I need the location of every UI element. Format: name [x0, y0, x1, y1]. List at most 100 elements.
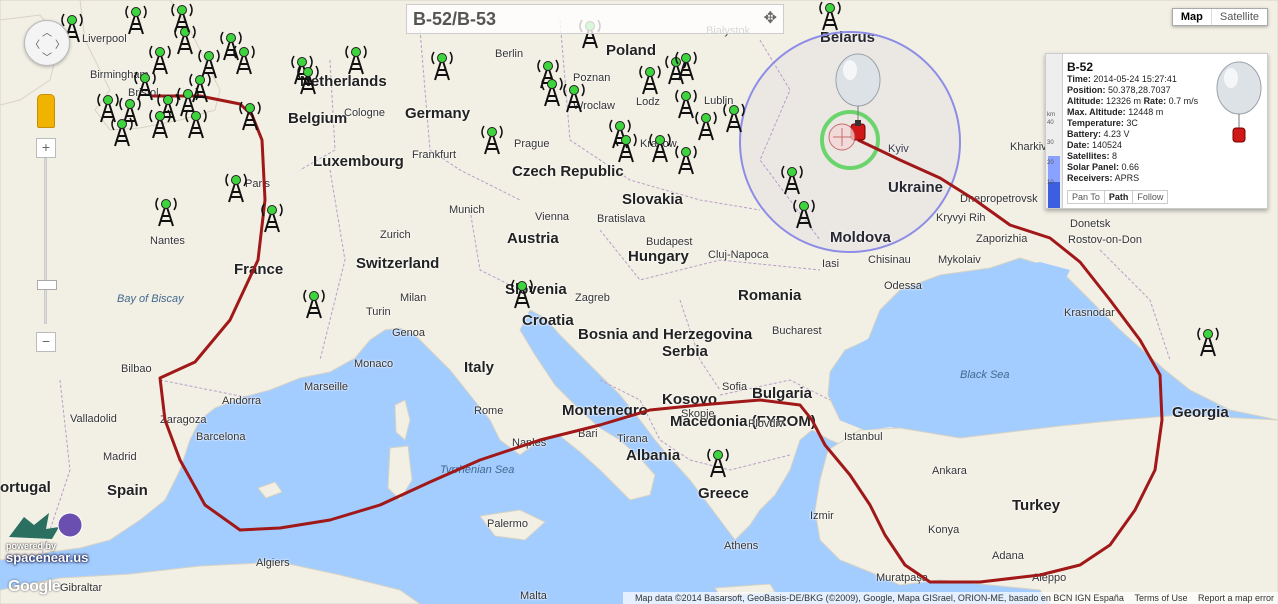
city-label: Mykolaiv	[938, 254, 981, 266]
country-label: Hungary	[628, 248, 689, 265]
telemetry-altitude: Altitude: 12326 m Rate: 0.7 m/s	[1067, 96, 1199, 106]
pegman-icon[interactable]	[37, 94, 55, 128]
altitude-scale-tick: 40	[1047, 120, 1054, 126]
map-type-map-button[interactable]: Map	[1173, 9, 1211, 25]
spacenear-text: spacenear.us	[6, 550, 89, 565]
path-button[interactable]: Path	[1103, 191, 1134, 203]
city-label: Zaporizhia	[976, 233, 1028, 245]
pan-down-icon[interactable]: ﹀	[42, 49, 52, 64]
info-actions: Pan To Path Follow	[1067, 190, 1169, 204]
pan-to-button[interactable]: Pan To	[1068, 191, 1104, 203]
report-error-link[interactable]: Report a map error	[1198, 593, 1274, 603]
city-label: Wroclaw	[573, 100, 615, 112]
info-window: km 40 30 20 10 B-52 Time: 2014-05-24 15:…	[1045, 53, 1268, 209]
map-data-attribution: Map data ©2014 Basarsoft, GeoBasis-DE/BK…	[634, 593, 1124, 603]
pan-control-icon[interactable]: ︿ ﹀ 〈 〉	[24, 20, 70, 66]
city-label: Gibraltar	[60, 582, 103, 594]
altitude-scale-tick: 30	[1047, 140, 1054, 146]
spacenear-logo[interactable]: powered by spacenear.us	[4, 507, 89, 565]
altitude-scale-unit: km	[1047, 112, 1055, 118]
city-label: Zaragoza	[160, 414, 207, 426]
city-label: Paris	[245, 178, 271, 190]
city-label: Odessa	[884, 280, 922, 292]
city-label: Prague	[514, 138, 550, 150]
zoom-in-button[interactable]: +	[36, 138, 56, 158]
country-label: Moldova	[830, 229, 891, 246]
city-label: Liverpool	[82, 33, 127, 45]
city-label: Barcelona	[196, 431, 246, 443]
city-label: Birmingham	[90, 69, 149, 81]
city-label: Valladolid	[70, 413, 117, 425]
google-logo[interactable]: Google	[8, 578, 61, 596]
city-label: Milan	[400, 292, 427, 304]
map-type-satellite-button[interactable]: Satellite	[1210, 9, 1267, 25]
city-label: Chisinau	[868, 254, 911, 266]
country-label: France	[234, 261, 284, 278]
zoom-slider-track[interactable]	[44, 158, 47, 324]
sea-label: Bay of Biscay	[117, 293, 184, 305]
country-label: Romania	[738, 287, 802, 304]
country-label: Ukraine	[888, 179, 944, 196]
city-label: Naples	[512, 437, 547, 449]
country-label: Slovakia	[622, 191, 683, 208]
country-label: Bulgaria	[752, 385, 813, 402]
city-label: Izmir	[810, 510, 834, 522]
zoom-slider-handle[interactable]	[37, 280, 57, 290]
follow-button[interactable]: Follow	[1133, 191, 1167, 203]
country-label: Luxembourg	[313, 153, 404, 170]
city-label: Zagreb	[575, 292, 610, 304]
city-label: Iasi	[822, 258, 840, 270]
map-canvas[interactable]: Belarus Poland Germany Netherlands Belgium Lu…	[0, 0, 1278, 604]
city-label: Aleppo	[1032, 572, 1067, 584]
city-label: Skopje	[681, 408, 715, 420]
city-label: Rome	[474, 405, 504, 417]
terms-link[interactable]: Terms of Use	[1134, 593, 1187, 603]
country-label: Italy	[464, 359, 495, 376]
telemetry-temperature: Temperature: 3C	[1067, 118, 1138, 128]
altitude-scale-tick: 10	[1047, 180, 1054, 186]
country-label: Greece	[698, 485, 749, 502]
city-label: Munich	[449, 204, 485, 216]
sea-label: Tyrrhenian Sea	[440, 464, 515, 476]
title-bar: B-52/B-53 ✥	[406, 4, 784, 34]
city-label: Adana	[992, 550, 1024, 562]
city-label: Kharkiv	[1010, 141, 1047, 153]
telemetry-satellites: Satellites: 8	[1067, 151, 1118, 161]
city-label: Lodz	[636, 96, 660, 108]
country-label: Netherlands	[300, 73, 387, 90]
city-label: Bristol	[128, 87, 159, 99]
city-label: Athens	[724, 540, 759, 552]
pan-up-icon[interactable]: ︿	[42, 24, 52, 39]
country-label: Austria	[507, 230, 559, 247]
city-label: Bari	[578, 428, 598, 440]
city-label: Nantes	[150, 235, 185, 247]
country-label: Albania	[626, 447, 681, 464]
telemetry-battery: Battery: 4.23 V	[1067, 129, 1130, 139]
city-label: Bilbao	[121, 363, 152, 375]
city-label: Krakow	[640, 138, 677, 150]
city-label: Madrid	[103, 451, 137, 463]
city-label: Monaco	[354, 358, 394, 370]
pan-right-icon[interactable]: 〉	[55, 36, 65, 51]
move-icon[interactable]: ✥	[764, 8, 777, 28]
country-label: Bosnia and Herzegovina	[578, 326, 753, 343]
country-label: Kosovo	[662, 391, 718, 408]
map-type-control[interactable]: Map Satellite	[1171, 8, 1268, 26]
country-label: Switzerland	[356, 255, 440, 272]
city-label: Kyiv	[888, 143, 909, 155]
city-label: Berlin	[495, 48, 524, 60]
zoom-out-button[interactable]: −	[36, 332, 56, 352]
altitude-gauge: km 40 30 20 10	[1046, 54, 1063, 208]
city-label: Vienna	[535, 211, 570, 223]
country-label: Montenegro	[562, 402, 648, 419]
city-label: Turin	[366, 306, 391, 318]
city-label: Rostov-on-Don	[1068, 234, 1142, 246]
zoom-control[interactable]: + −	[36, 138, 57, 352]
city-label: Malta	[520, 590, 547, 602]
pan-left-icon[interactable]: 〈	[30, 36, 40, 51]
city-label: Budapest	[646, 236, 693, 248]
country-label: Belgium	[288, 110, 348, 127]
city-label: Palermo	[487, 518, 528, 530]
country-label: Belarus	[820, 29, 876, 46]
country-label: Spain	[107, 482, 148, 499]
